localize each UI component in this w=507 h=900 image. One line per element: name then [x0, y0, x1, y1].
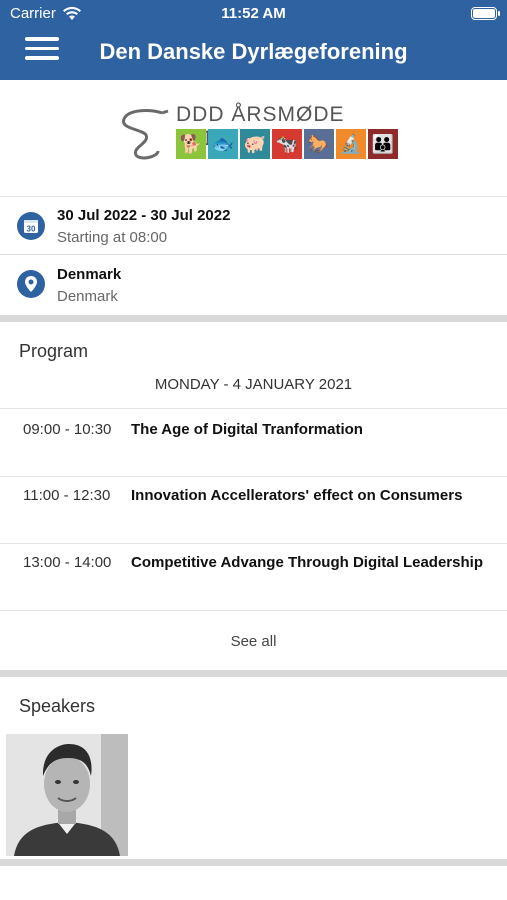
section-separator — [0, 315, 507, 322]
session-time: 13:00 - 14:00 — [23, 554, 112, 571]
see-all-link[interactable]: See all — [0, 633, 507, 650]
session-row[interactable]: 13:00 - 14:00 Competitive Advange Throug… — [0, 544, 507, 611]
divider — [0, 610, 507, 611]
dog-cat-icon: 🐕 — [176, 129, 206, 159]
status-bar: Carrier 11:52 AM — [0, 5, 507, 23]
fish-icon: 🐟 — [208, 129, 238, 159]
family-icon: 👪 — [368, 129, 398, 159]
status-time: 11:52 AM — [221, 5, 286, 22]
session-title: The Age of Digital Tranformation — [131, 421, 363, 438]
microscope-icon: 🔬 — [336, 129, 366, 159]
snake-logo-icon — [122, 109, 169, 160]
section-separator — [0, 859, 507, 866]
session-time: 09:00 - 10:30 — [23, 421, 112, 438]
event-start-time: Starting at 08:00 — [57, 229, 168, 246]
divider — [0, 196, 507, 197]
horse-icon: 🐎 — [304, 129, 334, 159]
program-day-label: MONDAY - 4 JANUARY 2021 — [154, 376, 353, 393]
speakers-title: Speakers — [19, 696, 96, 716]
session-title: Competitive Advange Through Digital Lead… — [131, 554, 483, 571]
program-title: Program — [19, 341, 89, 361]
speaker-photo[interactable] — [6, 734, 128, 856]
battery-icon — [471, 7, 500, 20]
session-row[interactable]: 09:00 - 10:30 The Age of Digital Tranfor… — [0, 409, 507, 476]
calendar-icon: 30 — [17, 212, 45, 240]
location-pin-icon — [17, 270, 45, 298]
session-row[interactable]: 11:00 - 12:30 Innovation Accellerators' … — [0, 477, 507, 544]
divider — [0, 254, 507, 255]
app-header: Carrier 11:52 AM Den Danske Dyrlægeforen… — [0, 0, 507, 80]
pig-icon: 🐖 — [240, 129, 270, 159]
event-date-range: 30 Jul 2022 - 30 Jul 2022 — [57, 207, 231, 224]
cow-icon: 🐄 — [272, 129, 302, 159]
section-separator — [0, 670, 507, 677]
page-title: Den Danske Dyrlægeforening — [99, 39, 408, 64]
session-time: 11:00 - 12:30 — [23, 487, 111, 504]
event-logo: DDD ÅRSMØDE 2019 🐕 🐟 🐖 🐄 🐎 🔬 👪 — [118, 103, 398, 161]
speaker-avatar-icon — [6, 734, 128, 856]
location-name: Denmark — [57, 266, 122, 283]
location-detail: Denmark — [57, 288, 118, 305]
session-title: Innovation Accellerators' effect on Cons… — [131, 487, 463, 504]
svg-text:30: 30 — [27, 225, 36, 234]
